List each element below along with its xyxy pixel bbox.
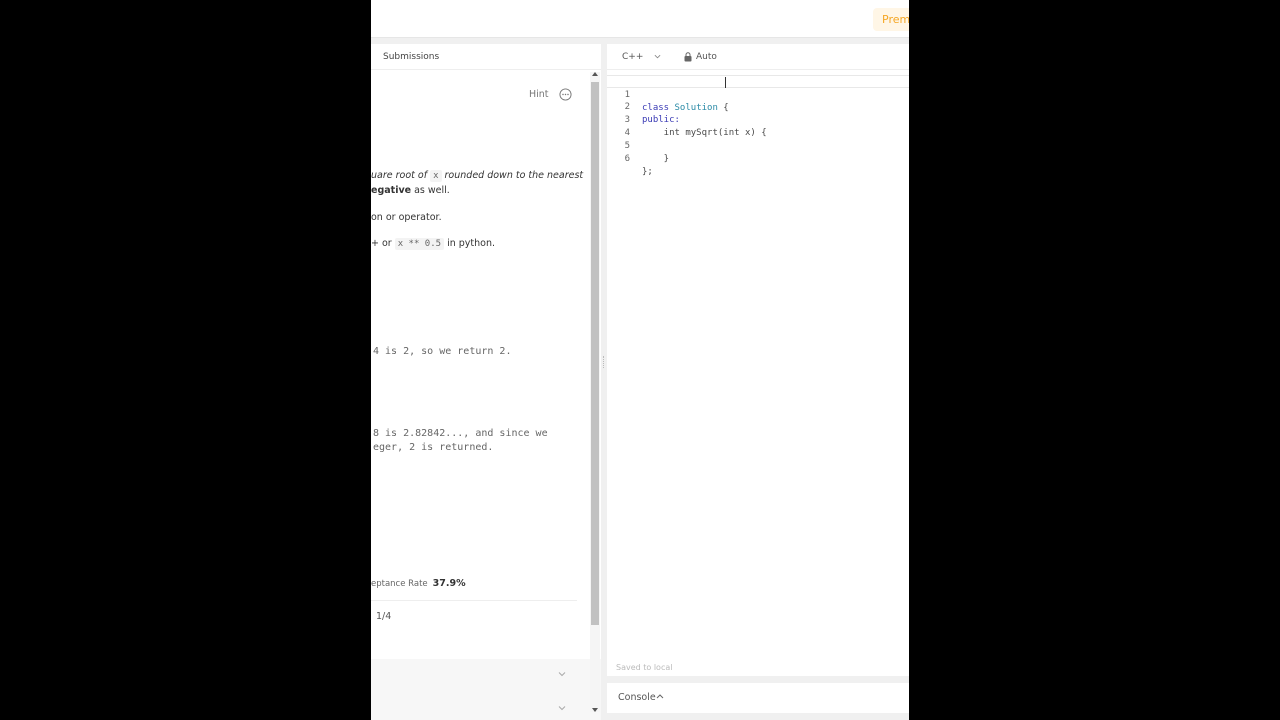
description-text: on or operator. — [371, 212, 442, 223]
app-viewport: Premium Submissions Hint uare root of x … — [371, 0, 909, 720]
acceptance-rate-value: 37.9% — [432, 578, 466, 589]
line-number: 6 — [624, 154, 630, 164]
inline-code: x ** 0.5 — [394, 238, 445, 250]
code-text: }; — [642, 167, 653, 177]
scroll-down-arrow-icon[interactable] — [592, 708, 598, 712]
code-line[interactable]: 4 — [607, 114, 909, 138]
ellipsis-circle-icon[interactable] — [559, 88, 572, 101]
code-line[interactable]: 3 int mySqrt(int x) { — [607, 101, 909, 138]
collapsible-row[interactable] — [371, 695, 581, 720]
description-line: uare root of x rounded down to the neare… — [371, 170, 584, 182]
autocomplete-toggle[interactable]: Auto — [696, 52, 717, 62]
code-editor[interactable]: 1 class Solution { 2 public: 3 int mySqr… — [607, 75, 909, 635]
code-editor-panel: C++ Auto 1 class Solution { 2 public: 3 … — [607, 44, 909, 676]
chevron-down-icon[interactable] — [654, 53, 661, 60]
chevron-up-icon[interactable] — [656, 693, 664, 700]
acceptance-rate-label: eptance Rate — [371, 579, 428, 589]
description-italic: rounded down to the nearest — [444, 170, 584, 181]
code-line[interactable]: 2 public: — [607, 88, 909, 125]
inline-code: x — [430, 170, 442, 182]
editor-toolbar: C++ Auto — [607, 44, 909, 70]
drag-handle-icon[interactable] — [603, 356, 605, 368]
description-text: as well. — [411, 185, 450, 196]
scroll-up-arrow-icon[interactable] — [592, 72, 598, 76]
premium-button[interactable]: Premium — [873, 8, 909, 31]
description-line: + or x ** 0.5 in python. — [371, 238, 496, 250]
problem-description-panel: Submissions Hint uare root of x rounded … — [371, 44, 601, 720]
divider — [371, 600, 577, 601]
text-cursor — [725, 77, 726, 88]
example-2-explanation: eger, 2 is returned. — [373, 442, 494, 453]
code-line[interactable]: 1 class Solution { — [607, 75, 909, 113]
related-section — [371, 659, 601, 720]
description-tabs: Submissions — [371, 44, 601, 70]
lock-icon — [684, 52, 692, 62]
collapsible-row[interactable] — [371, 661, 581, 689]
description-line: egative as well. — [371, 185, 450, 196]
example-2-explanation: 8 is 2.82842..., and since we — [373, 428, 548, 439]
chevron-down-icon — [558, 672, 566, 677]
code-line[interactable]: 5 } — [607, 127, 909, 164]
language-select[interactable]: C++ — [622, 52, 643, 62]
console-button[interactable]: Console — [618, 692, 656, 703]
hint-button[interactable]: Hint — [529, 89, 549, 100]
hint-pager: 1/4 — [376, 611, 392, 622]
description-scrollbar[interactable] — [590, 72, 600, 712]
description-text: + or — [371, 238, 395, 249]
top-navbar: Premium — [371, 0, 909, 38]
description-bold: egative — [371, 185, 412, 196]
console-bar[interactable]: Console — [607, 683, 909, 713]
acceptance-rate: eptance Rate 37.9% — [371, 578, 466, 589]
example-1-explanation: 4 is 2, so we return 2. — [373, 346, 512, 357]
scrollbar-thumb[interactable] — [591, 82, 599, 625]
tab-submissions[interactable]: Submissions — [383, 52, 439, 62]
code-line[interactable]: 6 }; — [607, 140, 909, 177]
saved-status: Saved to local — [616, 663, 673, 672]
description-line: on or operator. — [371, 212, 442, 223]
description-text: in python. — [444, 238, 496, 249]
chevron-down-icon — [558, 706, 566, 711]
description-italic: uare root of — [371, 170, 428, 181]
